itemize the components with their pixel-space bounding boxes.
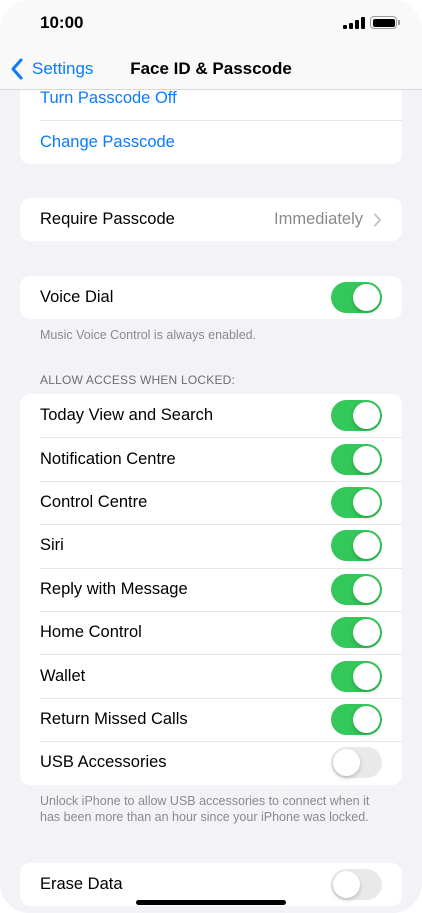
usb-accessories-footnote: Unlock iPhone to allow USB accessories t… bbox=[40, 794, 370, 824]
change-passcode-label: Change Passcode bbox=[40, 132, 175, 151]
locked-access-row-reply-with-message: Reply with Message bbox=[20, 567, 402, 611]
home-indicator[interactable] bbox=[136, 900, 286, 905]
voice-dial-toggle[interactable] bbox=[331, 282, 382, 314]
cellular-signal-icon bbox=[343, 17, 365, 29]
status-bar: 10:00 bbox=[0, 0, 422, 48]
locked-access-row-usb-accessories: USB Accessories bbox=[20, 741, 402, 784]
wallet-toggle[interactable] bbox=[331, 660, 382, 692]
chevron-right-icon bbox=[374, 213, 381, 227]
locked-access-label: USB Accessories bbox=[40, 753, 167, 772]
erase-data-toggle[interactable] bbox=[331, 869, 382, 901]
navigation-bar: Settings Face ID & Passcode bbox=[0, 48, 422, 90]
locked-access-label: Wallet bbox=[40, 666, 86, 685]
locked-access-group: Today View and Search Notification Centr… bbox=[20, 394, 402, 785]
locked-access-row-home-control: Home Control bbox=[20, 610, 402, 654]
locked-access-row-wallet: Wallet bbox=[20, 654, 402, 697]
voice-dial-label: Voice Dial bbox=[40, 288, 114, 307]
change-passcode-row[interactable]: Change Passcode bbox=[20, 120, 402, 163]
locked-access-label: Today View and Search bbox=[40, 406, 214, 425]
erase-data-label: Erase Data bbox=[40, 875, 123, 894]
require-passcode-label: Require Passcode bbox=[40, 210, 175, 229]
voice-dial-group: Voice Dial bbox=[20, 276, 402, 320]
locked-access-row-notification-centre: Notification Centre bbox=[20, 437, 402, 480]
locked-access-label: Reply with Message bbox=[40, 579, 188, 598]
locked-access-row-control-centre: Control Centre bbox=[20, 480, 402, 524]
locked-access-row-return-missed-calls: Return Missed Calls bbox=[20, 697, 402, 741]
locked-access-label: Siri bbox=[40, 536, 64, 555]
locked-access-row-today-view: Today View and Search bbox=[20, 394, 402, 437]
home-control-toggle[interactable] bbox=[331, 617, 382, 649]
locked-access-label: Notification Centre bbox=[40, 449, 176, 468]
today-view-toggle[interactable] bbox=[331, 400, 382, 432]
locked-access-label: Return Missed Calls bbox=[40, 709, 188, 728]
page-title: Face ID & Passcode bbox=[130, 59, 292, 78]
require-passcode-value: Immediately bbox=[274, 210, 363, 229]
siri-toggle[interactable] bbox=[331, 530, 382, 562]
locked-access-label: Control Centre bbox=[40, 492, 148, 511]
locked-access-header: ALLOW ACCESS WHEN LOCKED: bbox=[40, 373, 236, 387]
require-passcode-group: Require Passcode Immediately bbox=[20, 198, 402, 242]
passcode-group: Turn Passcode Off Change Passcode bbox=[20, 77, 402, 164]
battery-icon bbox=[370, 16, 400, 29]
reply-with-message-toggle[interactable] bbox=[331, 573, 382, 605]
notification-centre-toggle[interactable] bbox=[331, 443, 382, 475]
voice-dial-row: Voice Dial bbox=[20, 276, 402, 319]
return-missed-calls-toggle[interactable] bbox=[331, 703, 382, 735]
control-centre-toggle[interactable] bbox=[331, 486, 382, 518]
phone-screen: 10:00 Settings Face ID & Passcode Turn P… bbox=[0, 0, 422, 913]
turn-passcode-off-label: Turn Passcode Off bbox=[40, 89, 177, 108]
settings-list[interactable]: Turn Passcode Off Change Passcode Requir… bbox=[0, 0, 422, 913]
voice-dial-footnote: Music Voice Control is always enabled. bbox=[40, 328, 257, 342]
locked-access-label: Home Control bbox=[40, 623, 142, 642]
locked-access-row-siri: Siri bbox=[20, 524, 402, 567]
require-passcode-row[interactable]: Require Passcode Immediately bbox=[20, 198, 402, 241]
status-time: 10:00 bbox=[40, 13, 84, 32]
usb-accessories-toggle[interactable] bbox=[331, 747, 382, 779]
